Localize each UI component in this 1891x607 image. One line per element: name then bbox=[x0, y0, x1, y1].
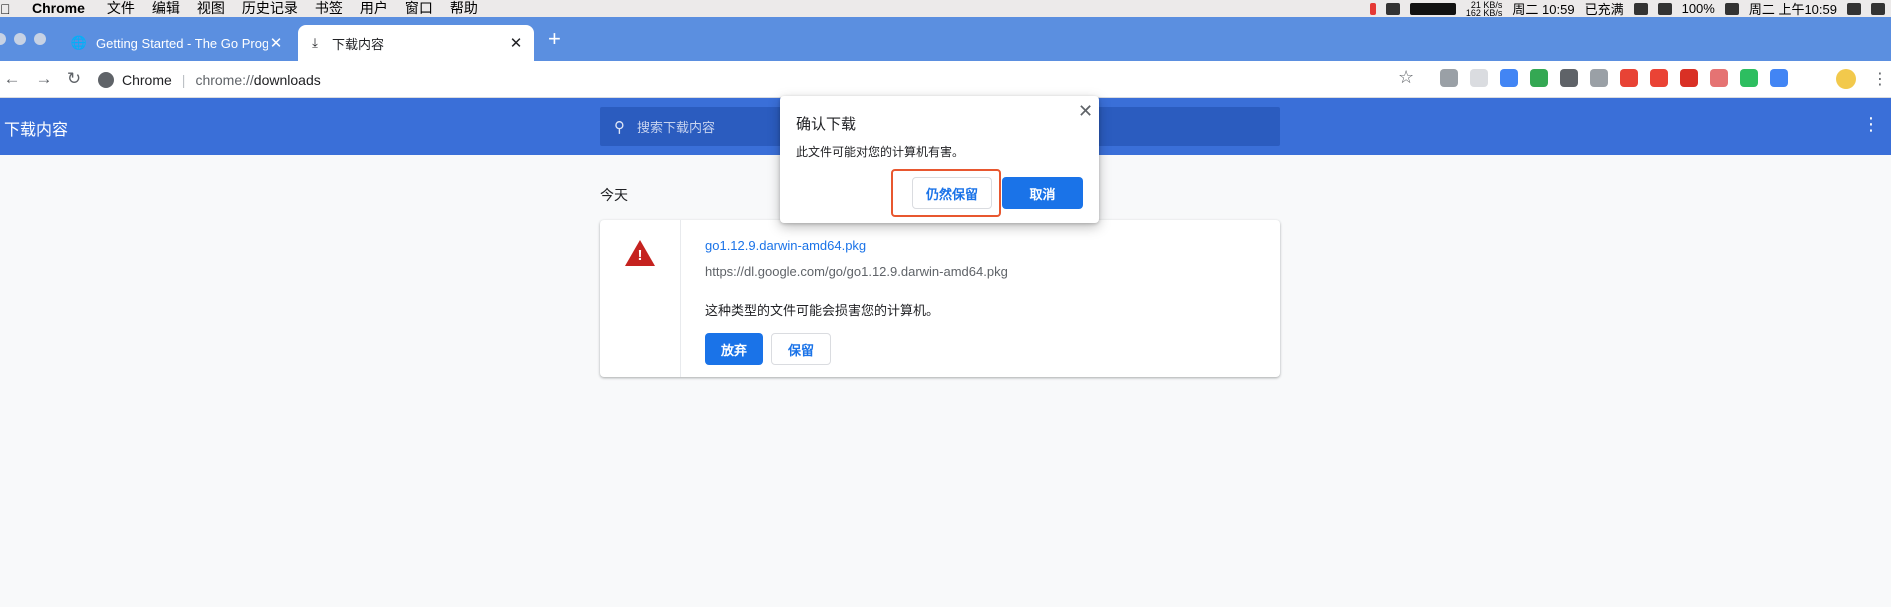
blue-extension-icon[interactable] bbox=[1770, 69, 1788, 87]
menu-window[interactable]: 窗口 bbox=[405, 0, 433, 17]
download-icon: ⤓ bbox=[312, 35, 318, 50]
shield-extension-icon[interactable] bbox=[1440, 69, 1458, 87]
macos-menubar:  Chrome 文件 编辑 视图 历史记录 书签 用户 窗口 帮助 21 KB… bbox=[0, 0, 1891, 17]
menu-file[interactable]: 文件 bbox=[107, 0, 135, 17]
window-controls bbox=[0, 33, 46, 45]
download-item: ! go1.12.9.darwin-amd64.pkg https://dl.g… bbox=[600, 220, 1280, 377]
menu-history[interactable]: 历史记录 bbox=[242, 0, 298, 17]
download-icon-column: ! bbox=[600, 220, 681, 377]
status-area: 21 KB/s 162 KB/s 周二 10:59 已充满 100% 周二 上午… bbox=[1369, 0, 1891, 18]
battery-percent[interactable]: 100% bbox=[1682, 1, 1715, 16]
extensions-area bbox=[1440, 69, 1788, 87]
volume-icon[interactable] bbox=[1657, 2, 1672, 15]
minimize-window-button[interactable] bbox=[14, 33, 26, 45]
apple-icon[interactable]:  bbox=[0, 1, 16, 17]
red-circle-extension-icon[interactable] bbox=[1650, 69, 1668, 87]
clock-full[interactable]: 周二 上午10:59 bbox=[1749, 0, 1837, 18]
tab-title: Getting Started - The Go Progr bbox=[96, 35, 268, 51]
keep-anyway-button[interactable]: 仍然保留 bbox=[912, 177, 992, 209]
cancel-button[interactable]: 取消 bbox=[1002, 177, 1083, 209]
bookmark-star-icon[interactable]: ☆ bbox=[1398, 67, 1414, 88]
warning-exclamation: ! bbox=[637, 247, 643, 264]
translate-extension-icon[interactable] bbox=[1500, 69, 1518, 87]
dialog-close-icon[interactable]: ✕ bbox=[1078, 101, 1093, 122]
menu-app-name[interactable]: Chrome bbox=[32, 0, 85, 17]
site-label: Chrome bbox=[122, 71, 172, 88]
url-separator: | bbox=[181, 71, 186, 88]
evernote-extension-icon[interactable] bbox=[1740, 69, 1758, 87]
url-scheme: chrome:// bbox=[195, 71, 254, 88]
search-placeholder: 搜索下载内容 bbox=[637, 120, 716, 135]
spotlight-icon[interactable] bbox=[1847, 2, 1861, 15]
forward-icon[interactable]: → bbox=[32, 69, 56, 89]
clock-short[interactable]: 周二 10:59 bbox=[1512, 0, 1574, 18]
close-tab-icon[interactable]: ✕ bbox=[268, 34, 284, 52]
red-shield-extension-icon[interactable] bbox=[1710, 69, 1728, 87]
wechat-icon[interactable] bbox=[1385, 2, 1400, 15]
wifi-icon[interactable] bbox=[1633, 2, 1648, 15]
green-shield-extension-icon[interactable] bbox=[1530, 69, 1548, 87]
menu-list-icon[interactable] bbox=[1871, 2, 1885, 15]
dialog-title: 确认下载 bbox=[796, 116, 857, 133]
chrome-logo-icon bbox=[98, 71, 114, 88]
cpu-graph-icon[interactable] bbox=[1409, 2, 1456, 15]
menu-help[interactable]: 帮助 bbox=[450, 0, 478, 17]
network-speed: 21 KB/s 162 KB/s bbox=[1465, 0, 1503, 18]
tab-title: 下载内容 bbox=[332, 36, 385, 52]
download-url[interactable]: https://dl.google.com/go/go1.12.9.darwin… bbox=[705, 264, 1008, 279]
keep-button[interactable]: 保留 bbox=[771, 333, 831, 365]
browser-toolbar: ← → ↻ Chrome | chrome:// downloads ☆ ⋮ bbox=[0, 61, 1891, 98]
tab-go-getting-started[interactable]: 🌐 Getting Started - The Go Progr ✕ bbox=[62, 25, 294, 61]
profile-avatar[interactable] bbox=[1836, 69, 1856, 89]
battery-icon[interactable] bbox=[1724, 2, 1739, 15]
pinwheel-extension-icon[interactable] bbox=[1620, 69, 1638, 87]
download-filename[interactable]: go1.12.9.darwin-amd64.pkg bbox=[705, 238, 866, 253]
address-bar[interactable]: Chrome | chrome:// downloads bbox=[90, 65, 1420, 94]
new-tab-button[interactable]: + bbox=[548, 17, 561, 61]
menu-edit[interactable]: 编辑 bbox=[152, 0, 180, 17]
net-down: 162 KB/s bbox=[1465, 7, 1503, 18]
close-tab-icon[interactable]: ✕ bbox=[508, 34, 524, 52]
menu-view[interactable]: 视图 bbox=[197, 0, 225, 17]
search-icon: ⚲ bbox=[614, 118, 625, 136]
dialog-message: 此文件可能对您的计算机有害。 bbox=[796, 145, 965, 159]
page-title: 下载内容 bbox=[4, 122, 69, 139]
battery-status[interactable]: 已充满 bbox=[1585, 0, 1624, 18]
zoom-window-button[interactable] bbox=[34, 33, 46, 45]
section-date-label: 今天 bbox=[600, 187, 628, 203]
back-icon[interactable]: ← bbox=[0, 69, 24, 89]
adblock-extension-icon[interactable] bbox=[1680, 69, 1698, 87]
confirm-download-dialog: 确认下载 ✕ 此文件可能对您的计算机有害。 仍然保留 取消 bbox=[780, 96, 1099, 223]
menu-people[interactable]: 用户 bbox=[360, 0, 388, 17]
download-warning-text: 这种类型的文件可能会损害您的计算机。 bbox=[705, 303, 940, 318]
reload-icon[interactable]: ↻ bbox=[62, 69, 86, 89]
gray-extension-icon[interactable] bbox=[1470, 69, 1488, 87]
rp-extension-icon[interactable] bbox=[1590, 69, 1608, 87]
close-window-button[interactable] bbox=[0, 33, 6, 45]
dark-shield-extension-icon[interactable] bbox=[1560, 69, 1578, 87]
globe-icon: 🌐 bbox=[70, 35, 88, 50]
tab-downloads[interactable]: ⤓ 下载内容 ✕ bbox=[298, 25, 534, 61]
menu-bookmarks[interactable]: 书签 bbox=[315, 0, 343, 17]
discard-button[interactable]: 放弃 bbox=[705, 333, 763, 365]
chrome-menu-icon[interactable]: ⋮ bbox=[1872, 69, 1888, 89]
url-host: downloads bbox=[253, 71, 321, 88]
tab-strip: 🌐 Getting Started - The Go Progr ✕ ⤓ 下载内… bbox=[0, 17, 1891, 61]
more-actions-icon[interactable]: ⋮ bbox=[1862, 114, 1880, 135]
recording-icon[interactable] bbox=[1369, 2, 1376, 15]
